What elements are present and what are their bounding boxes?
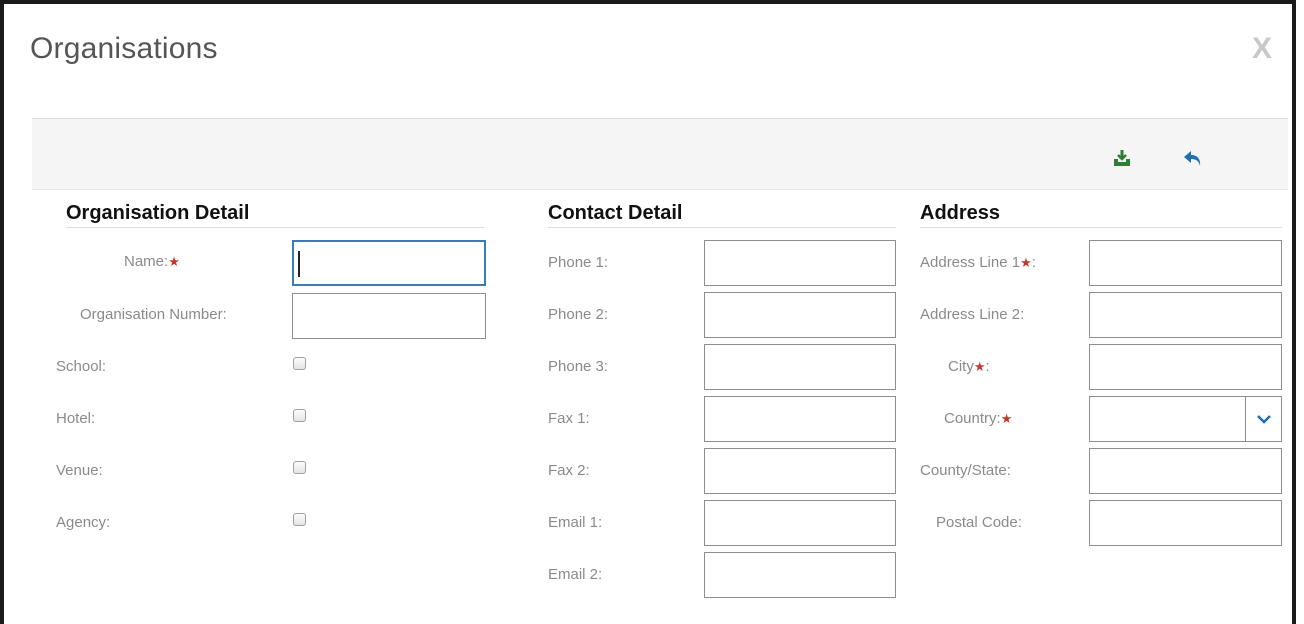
close-icon[interactable]: X <box>1252 34 1272 64</box>
address-heading: Address <box>920 202 1282 228</box>
hotel-checkbox[interactable] <box>293 409 306 422</box>
phone3-input[interactable] <box>704 344 896 390</box>
email2-label: Email 2: <box>548 566 603 583</box>
required-star-icon: ★ <box>1000 411 1013 426</box>
dialog-title: Organisations <box>30 32 218 65</box>
address-line1-label: Address Line 1★: <box>920 254 1036 271</box>
phone1-input[interactable] <box>704 240 896 286</box>
required-star-icon: ★ <box>1020 255 1032 270</box>
address-line1-input[interactable] <box>1089 240 1282 286</box>
hotel-label: Hotel: <box>56 410 96 427</box>
required-star-icon: ★ <box>973 359 986 374</box>
phone1-label: Phone 1: <box>548 254 609 271</box>
save-download-icon[interactable] <box>1112 149 1132 174</box>
city-label: City★: <box>948 358 990 375</box>
school-label: School: <box>56 358 107 375</box>
toolbar <box>32 118 1288 190</box>
agency-checkbox[interactable] <box>293 513 306 526</box>
fax1-input[interactable] <box>704 396 896 442</box>
fax2-label: Fax 2: <box>548 462 590 479</box>
organisation-detail-heading: Organisation Detail <box>66 202 484 228</box>
chevron-down-icon <box>1256 415 1271 424</box>
contact-detail-heading: Contact Detail <box>548 202 896 228</box>
country-select[interactable] <box>1089 396 1282 442</box>
email2-input[interactable] <box>704 552 896 598</box>
fax1-label: Fax 1: <box>548 410 590 427</box>
email1-label: Email 1: <box>548 514 603 531</box>
city-input[interactable] <box>1089 344 1282 390</box>
agency-label: Agency: <box>56 514 111 531</box>
venue-label: Venue: <box>56 462 103 479</box>
school-checkbox[interactable] <box>293 357 306 370</box>
back-arrow-icon[interactable] <box>1182 149 1204 174</box>
country-label: Country:★ <box>944 410 1013 427</box>
fax2-input[interactable] <box>704 448 896 494</box>
email1-input[interactable] <box>704 500 896 546</box>
postal-code-label: Postal Code: <box>936 514 1022 531</box>
phone2-label: Phone 2: <box>548 306 609 323</box>
name-label: Name:★ <box>124 253 180 270</box>
phone2-input[interactable] <box>704 292 896 338</box>
postal-code-input[interactable] <box>1089 500 1282 546</box>
county-state-input[interactable] <box>1089 448 1282 494</box>
name-input[interactable] <box>292 240 486 286</box>
text-caret <box>298 251 300 277</box>
address-line2-input[interactable] <box>1089 292 1282 338</box>
county-state-label: County/State: <box>920 462 1011 479</box>
organisation-number-label: Organisation Number: <box>80 306 227 323</box>
address-line2-label: Address Line 2: <box>920 306 1025 323</box>
organisations-dialog: Organisations X Organisation Detail Name… <box>0 0 1296 624</box>
required-star-icon: ★ <box>168 254 180 269</box>
organisation-number-input[interactable] <box>292 293 486 339</box>
venue-checkbox[interactable] <box>293 461 306 474</box>
country-dropdown-button[interactable] <box>1245 397 1281 441</box>
phone3-label: Phone 3: <box>548 358 609 375</box>
